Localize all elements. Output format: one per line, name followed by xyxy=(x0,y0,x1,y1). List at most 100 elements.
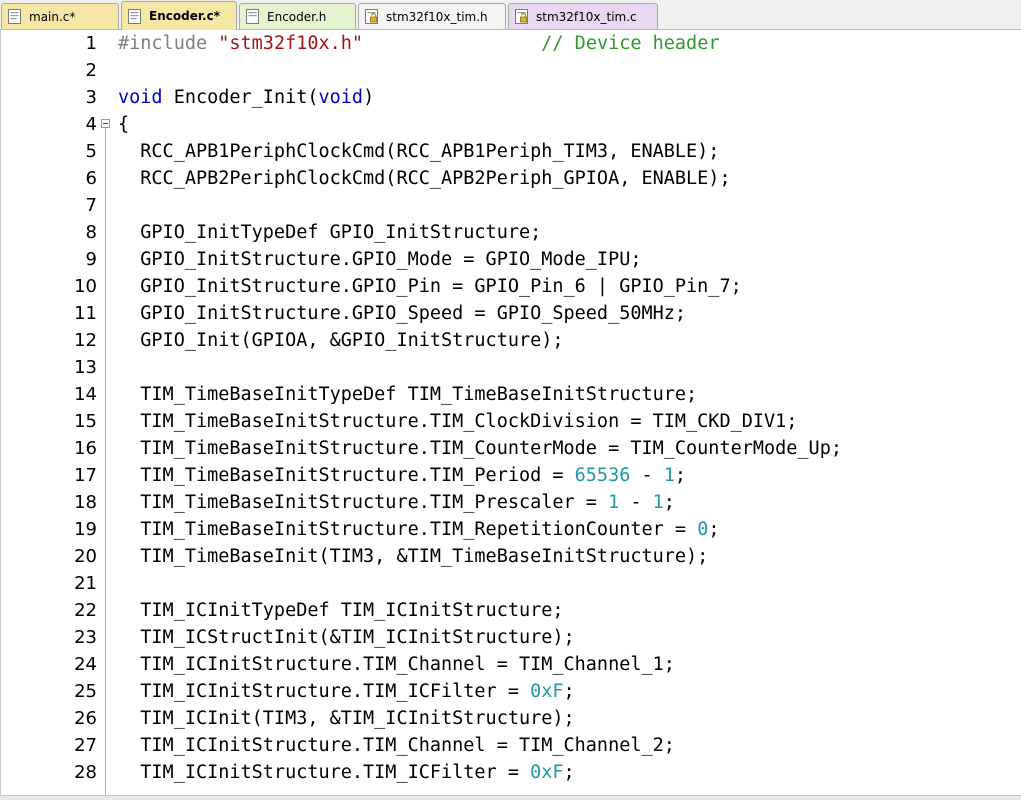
code-line[interactable]: 12 GPIO_Init(GPIOA, &GPIO_InitStructure)… xyxy=(1,327,1021,354)
code-token: - xyxy=(630,465,664,486)
line-number: 13 xyxy=(74,357,97,378)
code-text[interactable]: TIM_ICInit(TIM3, &TIM_ICInitStructure); xyxy=(118,705,574,732)
code-line[interactable]: 6 RCC_APB2PeriphClockCmd(RCC_APB2Periph_… xyxy=(1,165,1021,192)
code-line[interactable]: 2 xyxy=(1,57,1021,84)
code-text[interactable]: { xyxy=(118,111,129,138)
tab-stm32f10x-tim-h[interactable]: stm32f10x_tim.h xyxy=(358,3,506,29)
line-number: 26 xyxy=(74,708,97,729)
line-number: 27 xyxy=(74,735,97,756)
code-line[interactable]: 9 GPIO_InitStructure.GPIO_Mode = GPIO_Mo… xyxy=(1,246,1021,273)
code-token-num: 1 xyxy=(608,492,620,513)
code-line[interactable]: 16 TIM_TimeBaseInitStructure.TIM_Counter… xyxy=(1,435,1021,462)
code-token: TIM_TimeBaseInitStructure.TIM_ClockDivis… xyxy=(118,411,798,432)
code-line[interactable]: 19 TIM_TimeBaseInitStructure.TIM_Repetit… xyxy=(1,516,1021,543)
code-line[interactable]: 23 TIM_ICStructInit(&TIM_ICInitStructure… xyxy=(1,624,1021,651)
code-text[interactable]: TIM_TimeBaseInitStructure.TIM_Prescaler … xyxy=(118,489,675,516)
code-text[interactable]: TIM_ICStructInit(&TIM_ICInitStructure); xyxy=(118,624,575,651)
code-text[interactable]: TIM_TimeBaseInitStructure.TIM_CounterMod… xyxy=(118,435,842,462)
code-line[interactable]: 13 xyxy=(1,354,1021,381)
line-number: 4 xyxy=(85,114,97,135)
code-line[interactable]: 17 TIM_TimeBaseInitStructure.TIM_Period … xyxy=(1,462,1021,489)
tab-main-c[interactable]: main.c* xyxy=(1,3,119,29)
code-line[interactable]: 24 TIM_ICInitStructure.TIM_Channel = TIM… xyxy=(1,651,1021,678)
code-token: ) xyxy=(363,87,375,108)
code-token: ; xyxy=(674,465,687,486)
code-token: TIM_TimeBaseInitStructure.TIM_Period = xyxy=(118,465,575,486)
line-number: 24 xyxy=(74,654,97,675)
c-source-file-icon xyxy=(8,9,21,24)
code-text[interactable]: void Encoder_Init(void) xyxy=(118,84,374,111)
code-line[interactable]: 3 void Encoder_Init(void) xyxy=(1,84,1021,111)
code-token-num: 65536 xyxy=(574,465,631,486)
code-line[interactable]: 25 TIM_ICInitStructure.TIM_ICFilter = 0x… xyxy=(1,678,1021,705)
code-line[interactable]: 8 GPIO_InitTypeDef GPIO_InitStructure; xyxy=(1,219,1021,246)
code-token: GPIO_Init(GPIOA, &GPIO_InitStructure); xyxy=(118,330,564,351)
code-line[interactable]: 7 xyxy=(1,192,1021,219)
code-line[interactable]: 11 GPIO_InitStructure.GPIO_Speed = GPIO_… xyxy=(1,300,1021,327)
code-text[interactable]: RCC_APB2PeriphClockCmd(RCC_APB2Periph_GP… xyxy=(118,165,730,192)
tab-encoder-c[interactable]: Encoder.c* xyxy=(121,1,237,30)
code-line[interactable]: 20 TIM_TimeBaseInit(TIM3, &TIM_TimeBaseI… xyxy=(1,543,1021,570)
code-text[interactable]: TIM_ICInitStructure.TIM_ICFilter = 0xF; xyxy=(118,678,574,705)
code-token: TIM_TimeBaseInit(TIM3, &TIM_TimeBaseInit… xyxy=(118,546,709,567)
line-number: 22 xyxy=(74,600,97,621)
code-token: Encoder_Init( xyxy=(162,87,319,108)
line-number: 12 xyxy=(74,330,97,351)
line-number: 8 xyxy=(85,222,97,243)
code-line[interactable]: 21 xyxy=(1,570,1021,597)
code-text[interactable]: TIM_TimeBaseInit(TIM3, &TIM_TimeBaseInit… xyxy=(118,543,708,570)
code-token: TIM_TimeBaseInitStructure.TIM_CounterMod… xyxy=(118,438,842,459)
code-line[interactable]: 26 TIM_ICInit(TIM3, &TIM_ICInitStructure… xyxy=(1,705,1021,732)
code-token-kw: void xyxy=(118,87,163,108)
line-number: 23 xyxy=(74,627,97,648)
code-text[interactable]: TIM_TimeBaseInitStructure.TIM_ClockDivis… xyxy=(118,408,797,435)
code-token: RCC_APB1PeriphClockCmd(RCC_APB1Periph_TI… xyxy=(118,141,720,162)
code-line[interactable]: 1 #include "stm32f10x.h" // Device header xyxy=(1,30,1021,57)
code-text[interactable]: TIM_TimeBaseInitTypeDef TIM_TimeBaseInit… xyxy=(118,381,697,408)
code-token: TIM_ICStructInit(&TIM_ICInitStructure); xyxy=(118,627,575,648)
code-token: TIM_TimeBaseInitStructure.TIM_Repetition… xyxy=(118,519,698,540)
file-tab-bar: main.c* Encoder.c* Encoder.h stm32f10x_t… xyxy=(0,0,1021,30)
code-line[interactable]: 15 TIM_TimeBaseInitStructure.TIM_ClockDi… xyxy=(1,408,1021,435)
code-text[interactable]: GPIO_InitTypeDef GPIO_InitStructure; xyxy=(118,219,541,246)
code-text[interactable]: GPIO_InitStructure.GPIO_Speed = GPIO_Spe… xyxy=(118,300,686,327)
code-token-num: 1 xyxy=(663,465,675,486)
code-text[interactable]: GPIO_Init(GPIOA, &GPIO_InitStructure); xyxy=(118,327,564,354)
code-line[interactable]: 4{ xyxy=(1,111,1021,138)
code-token: GPIO_InitStructure.GPIO_Speed = GPIO_Spe… xyxy=(118,303,687,324)
line-number: 6 xyxy=(85,168,97,189)
code-text[interactable]: RCC_APB1PeriphClockCmd(RCC_APB1Periph_TI… xyxy=(118,138,719,165)
code-text[interactable]: TIM_ICInitStructure.TIM_Channel = TIM_Ch… xyxy=(118,651,675,678)
code-token: TIM_ICInitStructure.TIM_Channel = TIM_Ch… xyxy=(118,654,675,675)
code-line[interactable]: 18 TIM_TimeBaseInitStructure.TIM_Prescal… xyxy=(1,489,1021,516)
code-text[interactable]: TIM_ICInitStructure.TIM_Channel = TIM_Ch… xyxy=(118,732,675,759)
code-token-num: 0 xyxy=(697,519,709,540)
line-number: 21 xyxy=(74,573,97,594)
fold-collapse-icon[interactable] xyxy=(101,119,110,128)
code-line[interactable]: 5 RCC_APB1PeriphClockCmd(RCC_APB1Periph_… xyxy=(1,138,1021,165)
line-number: 2 xyxy=(85,60,97,81)
code-text[interactable]: TIM_ICInitStructure.TIM_ICFilter = 0xF; xyxy=(118,759,575,786)
code-text[interactable]: TIM_TimeBaseInitStructure.TIM_Period = 6… xyxy=(118,462,686,489)
code-line[interactable]: 28 TIM_ICInitStructure.TIM_ICFilter = 0x… xyxy=(1,759,1021,786)
code-line[interactable]: 22 TIM_ICInitTypeDef TIM_ICInitStructure… xyxy=(1,597,1021,624)
code-text[interactable]: #include "stm32f10x.h" // Device header xyxy=(118,30,719,57)
line-number: 19 xyxy=(74,519,97,540)
code-text[interactable]: TIM_ICInitTypeDef TIM_ICInitStructure; xyxy=(118,597,563,624)
code-text[interactable]: GPIO_InitStructure.GPIO_Pin = GPIO_Pin_6… xyxy=(118,273,741,300)
tab-label: Encoder.h xyxy=(267,9,327,24)
code-text[interactable]: TIM_TimeBaseInitStructure.TIM_Repetition… xyxy=(118,516,719,543)
code-text[interactable]: GPIO_InitStructure.GPIO_Mode = GPIO_Mode… xyxy=(118,246,641,273)
code-token: ; xyxy=(563,762,575,783)
code-editor[interactable]: 1 #include "stm32f10x.h" // Device header… xyxy=(0,30,1021,795)
code-line[interactable]: 27 TIM_ICInitStructure.TIM_Channel = TIM… xyxy=(1,732,1021,759)
code-token: - xyxy=(619,492,653,513)
line-number: 20 xyxy=(74,546,97,567)
tab-encoder-h[interactable]: Encoder.h xyxy=(239,3,356,29)
tab-stm32f10x-tim-c[interactable]: stm32f10x_tim.c xyxy=(508,3,658,29)
tab-label: stm32f10x_tim.h xyxy=(386,9,488,24)
code-line[interactable]: 10 GPIO_InitStructure.GPIO_Pin = GPIO_Pi… xyxy=(1,273,1021,300)
line-number: 15 xyxy=(74,411,97,432)
code-line[interactable]: 14 TIM_TimeBaseInitTypeDef TIM_TimeBaseI… xyxy=(1,381,1021,408)
locked-file-icon xyxy=(515,9,528,24)
